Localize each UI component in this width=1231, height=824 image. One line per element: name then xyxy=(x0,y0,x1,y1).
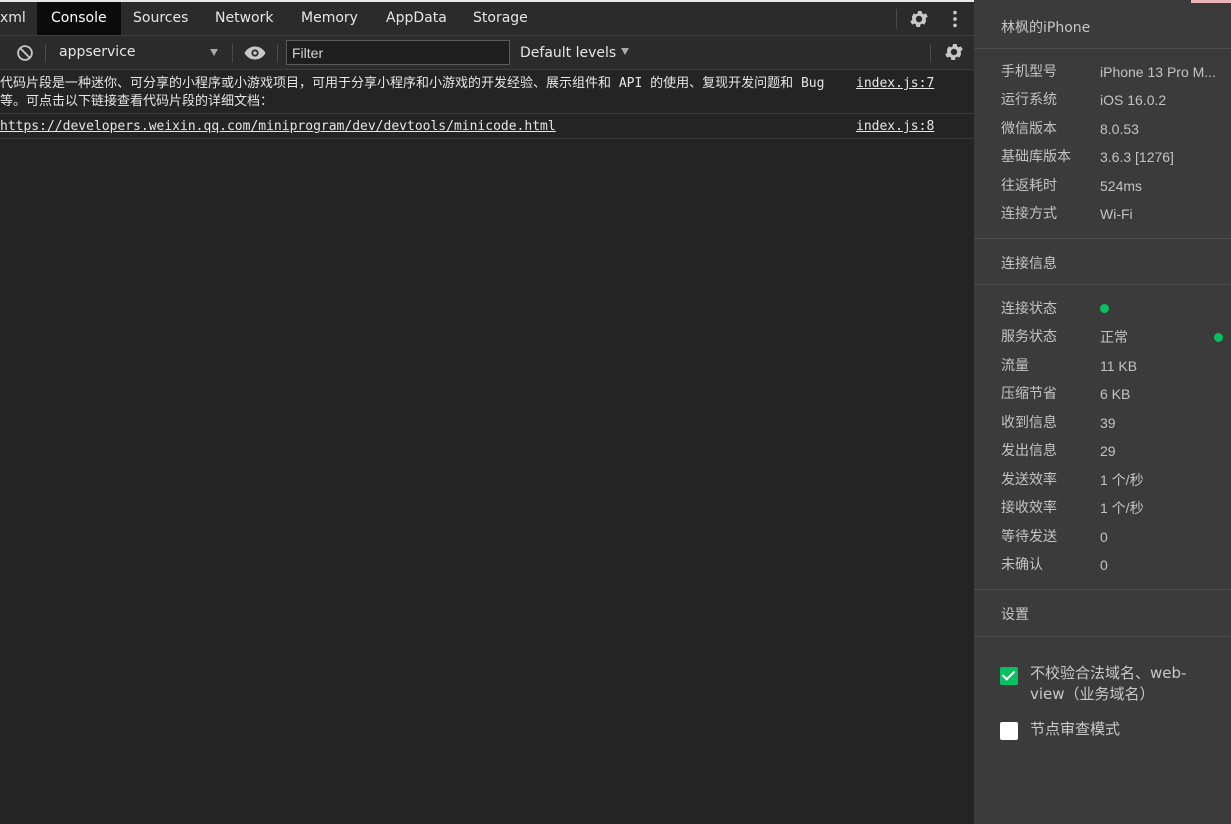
node-inspect-option[interactable]: 节点审查模式 xyxy=(1000,719,1215,743)
tab-console[interactable]: Console xyxy=(37,2,121,35)
chevron-down-icon xyxy=(210,49,218,56)
panel-divider xyxy=(974,238,1231,239)
toolbar-divider xyxy=(45,44,46,62)
device-info-key: 手机型号 xyxy=(1001,64,1057,80)
skip-domain-check-checkbox[interactable] xyxy=(1000,667,1018,685)
device-info-value: iOS 16.0.2 xyxy=(1100,92,1167,108)
connection-value: 11 KB xyxy=(1100,358,1138,374)
tab-network[interactable]: Network xyxy=(201,2,287,35)
connection-status-dot xyxy=(1100,304,1109,313)
connection-value: 29 xyxy=(1100,443,1116,459)
filter-input[interactable] xyxy=(286,40,510,65)
device-info-value: 8.0.53 xyxy=(1100,121,1139,137)
chevron-down-icon xyxy=(621,48,630,55)
connection-key: 等待发送 xyxy=(1001,529,1057,545)
skip-domain-check-option[interactable]: 不校验合法域名、web-view（业务域名） xyxy=(1000,663,1215,707)
device-name: 林枫的iPhone xyxy=(1001,20,1091,36)
connection-value: 1 个/秒 xyxy=(1100,472,1144,488)
log-levels-label: Default levels xyxy=(520,45,617,61)
connection-value: 6 KB xyxy=(1100,386,1131,402)
device-info-key: 运行系统 xyxy=(1001,92,1057,108)
panel-divider xyxy=(974,589,1231,590)
toolbar-divider xyxy=(930,44,931,62)
device-info-value: 524ms xyxy=(1100,178,1143,194)
panel-divider xyxy=(974,48,1231,49)
clear-console-icon[interactable] xyxy=(14,42,36,64)
service-status-dot xyxy=(1214,333,1223,342)
tab-appdata[interactable]: AppData xyxy=(372,2,461,35)
devtools-pane: xml Console Sources Network Memory AppDa… xyxy=(0,0,974,824)
tab-xml[interactable]: xml xyxy=(0,2,40,35)
console-message-source-link[interactable]: index.js:7 xyxy=(856,75,934,93)
panel-divider xyxy=(974,284,1231,285)
device-info-key: 往返耗时 xyxy=(1001,178,1057,194)
tab-memory[interactable]: Memory xyxy=(287,2,372,35)
connection-row: 服务状态 正常 xyxy=(1001,327,1223,347)
more-vertical-icon[interactable] xyxy=(944,8,966,30)
device-info-value: 3.6.3 [1276] xyxy=(1100,149,1174,165)
console-output: 代码片段是一种迷你、可分享的小程序或小游戏项目，可用于分享小程序和小游戏的开发经… xyxy=(0,70,974,139)
console-settings-gear-icon[interactable] xyxy=(943,41,965,63)
console-message-source-link[interactable]: index.js:8 xyxy=(856,118,934,136)
live-expression-eye-icon[interactable] xyxy=(243,43,267,63)
node-inspect-checkbox[interactable] xyxy=(1000,722,1018,740)
device-info-key: 基础库版本 xyxy=(1001,149,1071,165)
settings-gear-icon[interactable] xyxy=(908,8,930,30)
connection-section-title: 连接信息 xyxy=(1001,256,1057,272)
top-accent-line xyxy=(1191,0,1231,3)
connection-key: 流量 xyxy=(1001,358,1029,374)
console-message-text: 代码片段是一种迷你、可分享的小程序或小游戏项目，可用于分享小程序和小游戏的开发经… xyxy=(0,76,833,109)
remote-debug-panel: 林枫的iPhone 手机型号 iPhone 13 Pro M... 运行系统 iOS… xyxy=(974,0,1231,824)
settings-section-title: 设置 xyxy=(1001,607,1029,623)
device-info-key: 连接方式 xyxy=(1001,206,1057,222)
toolbar-divider xyxy=(232,44,233,62)
device-info-value: Wi-Fi xyxy=(1100,206,1133,222)
context-selector-label: appservice xyxy=(59,44,136,60)
tab-bar-divider xyxy=(896,9,897,29)
connection-value: 1 个/秒 xyxy=(1100,500,1144,516)
log-levels-dropdown[interactable]: Default levels xyxy=(520,41,630,65)
connection-key: 接收效率 xyxy=(1001,500,1057,516)
connection-value: 0 xyxy=(1100,557,1108,573)
device-info-key: 微信版本 xyxy=(1001,121,1057,137)
skip-domain-check-label: 不校验合法域名、web-view（业务域名） xyxy=(1030,664,1187,703)
connection-key: 未确认 xyxy=(1001,557,1043,573)
context-selector[interactable]: appservice xyxy=(50,41,226,65)
devtools-tab-bar: xml Console Sources Network Memory AppDa… xyxy=(0,2,974,36)
connection-value: 39 xyxy=(1100,415,1116,431)
console-message: https://developers.weixin.qq.com/minipro… xyxy=(0,114,974,139)
connection-key: 发送效率 xyxy=(1001,472,1057,488)
console-message: 代码片段是一种迷你、可分享的小程序或小游戏项目，可用于分享小程序和小游戏的开发经… xyxy=(0,70,974,114)
tab-sources[interactable]: Sources xyxy=(119,2,202,35)
connection-key: 连接状态 xyxy=(1001,301,1057,317)
connection-key: 服务状态 xyxy=(1001,329,1057,345)
connection-key: 收到信息 xyxy=(1001,415,1057,431)
connection-key: 压缩节省 xyxy=(1001,386,1057,402)
panel-divider xyxy=(974,636,1231,637)
connection-value: 正常 xyxy=(1100,329,1128,345)
device-info-value: iPhone 13 Pro M... xyxy=(1100,64,1216,80)
node-inspect-label: 节点审查模式 xyxy=(1030,720,1121,738)
tab-storage[interactable]: Storage xyxy=(459,2,542,35)
connection-value: 0 xyxy=(1100,529,1108,545)
connection-key: 发出信息 xyxy=(1001,443,1057,459)
toolbar-divider xyxy=(277,44,278,62)
console-message-url-link[interactable]: https://developers.weixin.qq.com/minipro… xyxy=(0,119,556,134)
